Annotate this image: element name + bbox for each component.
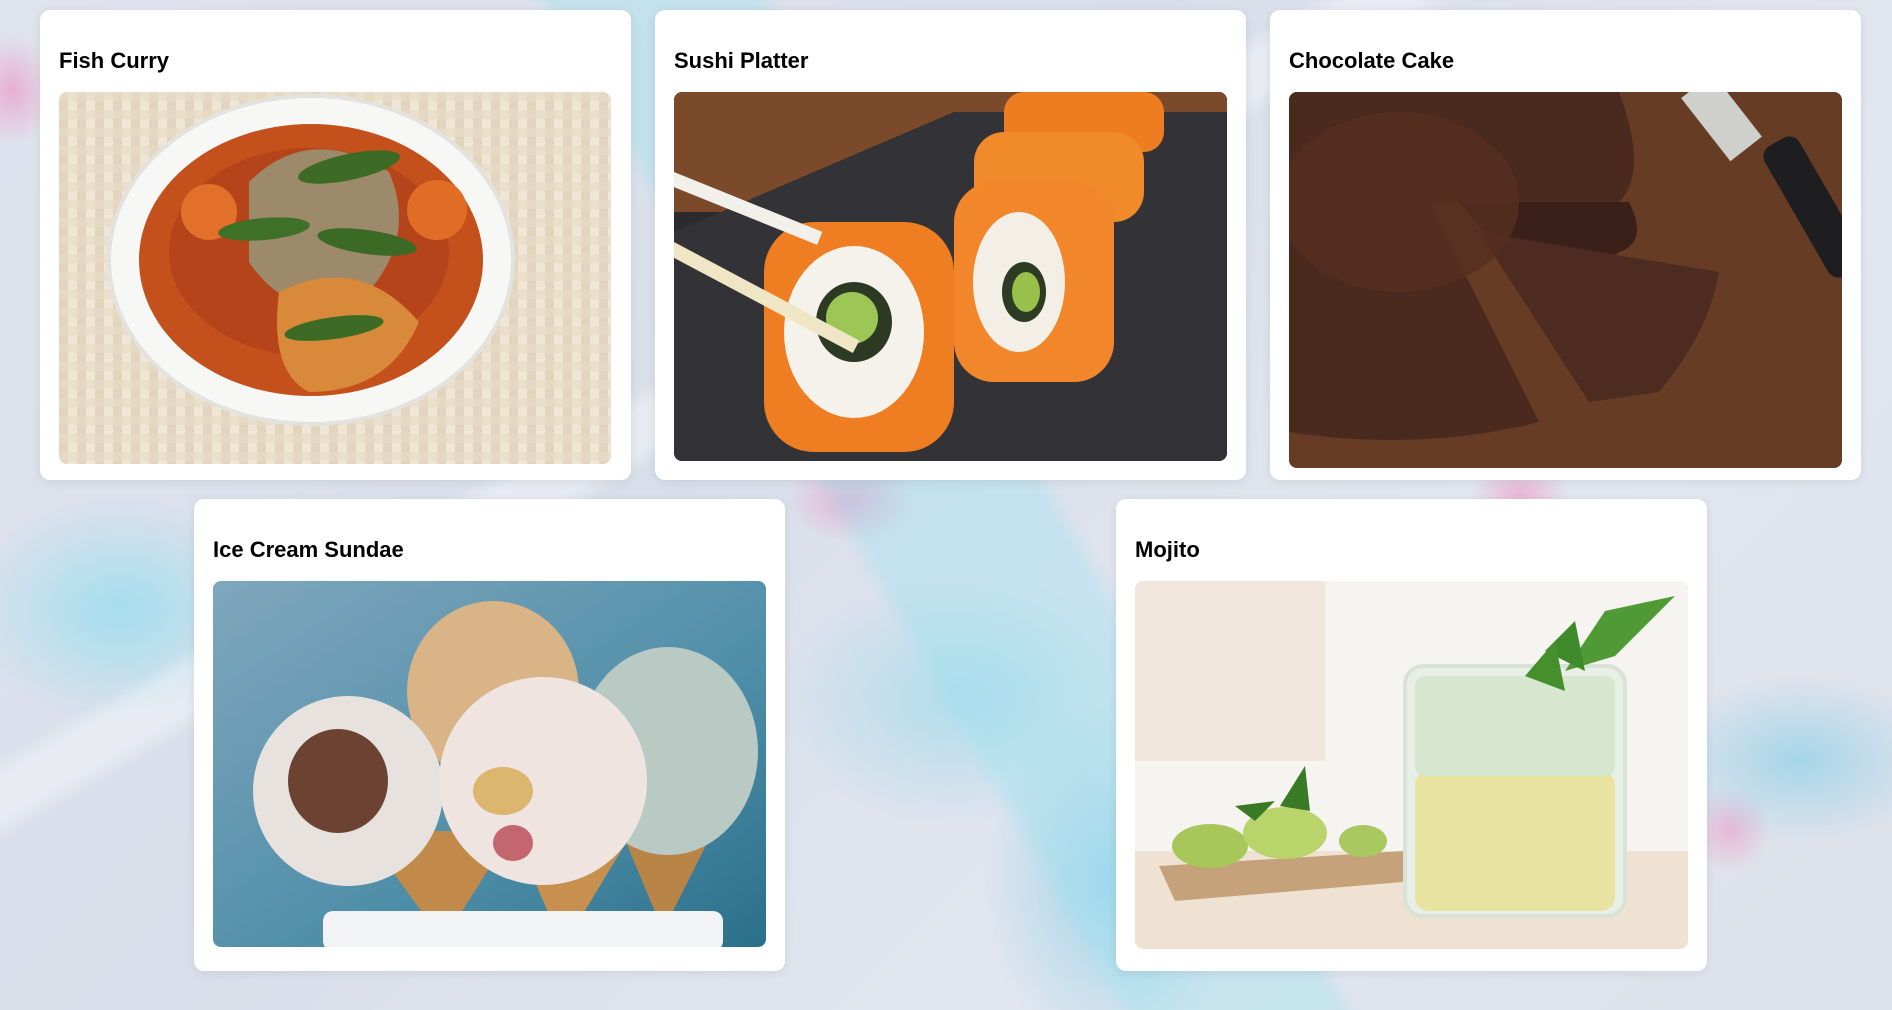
menu-card-mojito[interactable]: Mojito [1116,499,1707,971]
card-title: Chocolate Cake [1289,48,1455,73]
ice-cream-sundae-photo [213,581,766,947]
card-title: Fish Curry [59,48,170,73]
card-title: Sushi Platter [674,48,809,73]
menu-card-chocolate-cake[interactable]: Chocolate Cake [1270,10,1861,480]
menu-card-fish-curry[interactable]: Fish Curry [40,10,631,480]
fish-curry-photo [59,92,611,464]
chocolate-cake-photo [1289,92,1842,468]
card-title: Mojito [1135,537,1200,562]
menu-card-sushi-platter[interactable]: Sushi Platter [655,10,1246,480]
mojito-photo [1135,581,1688,949]
menu-card-ice-cream-sundae[interactable]: Ice Cream Sundae [194,499,785,971]
card-title: Ice Cream Sundae [213,537,404,562]
sushi-platter-photo [674,92,1227,461]
